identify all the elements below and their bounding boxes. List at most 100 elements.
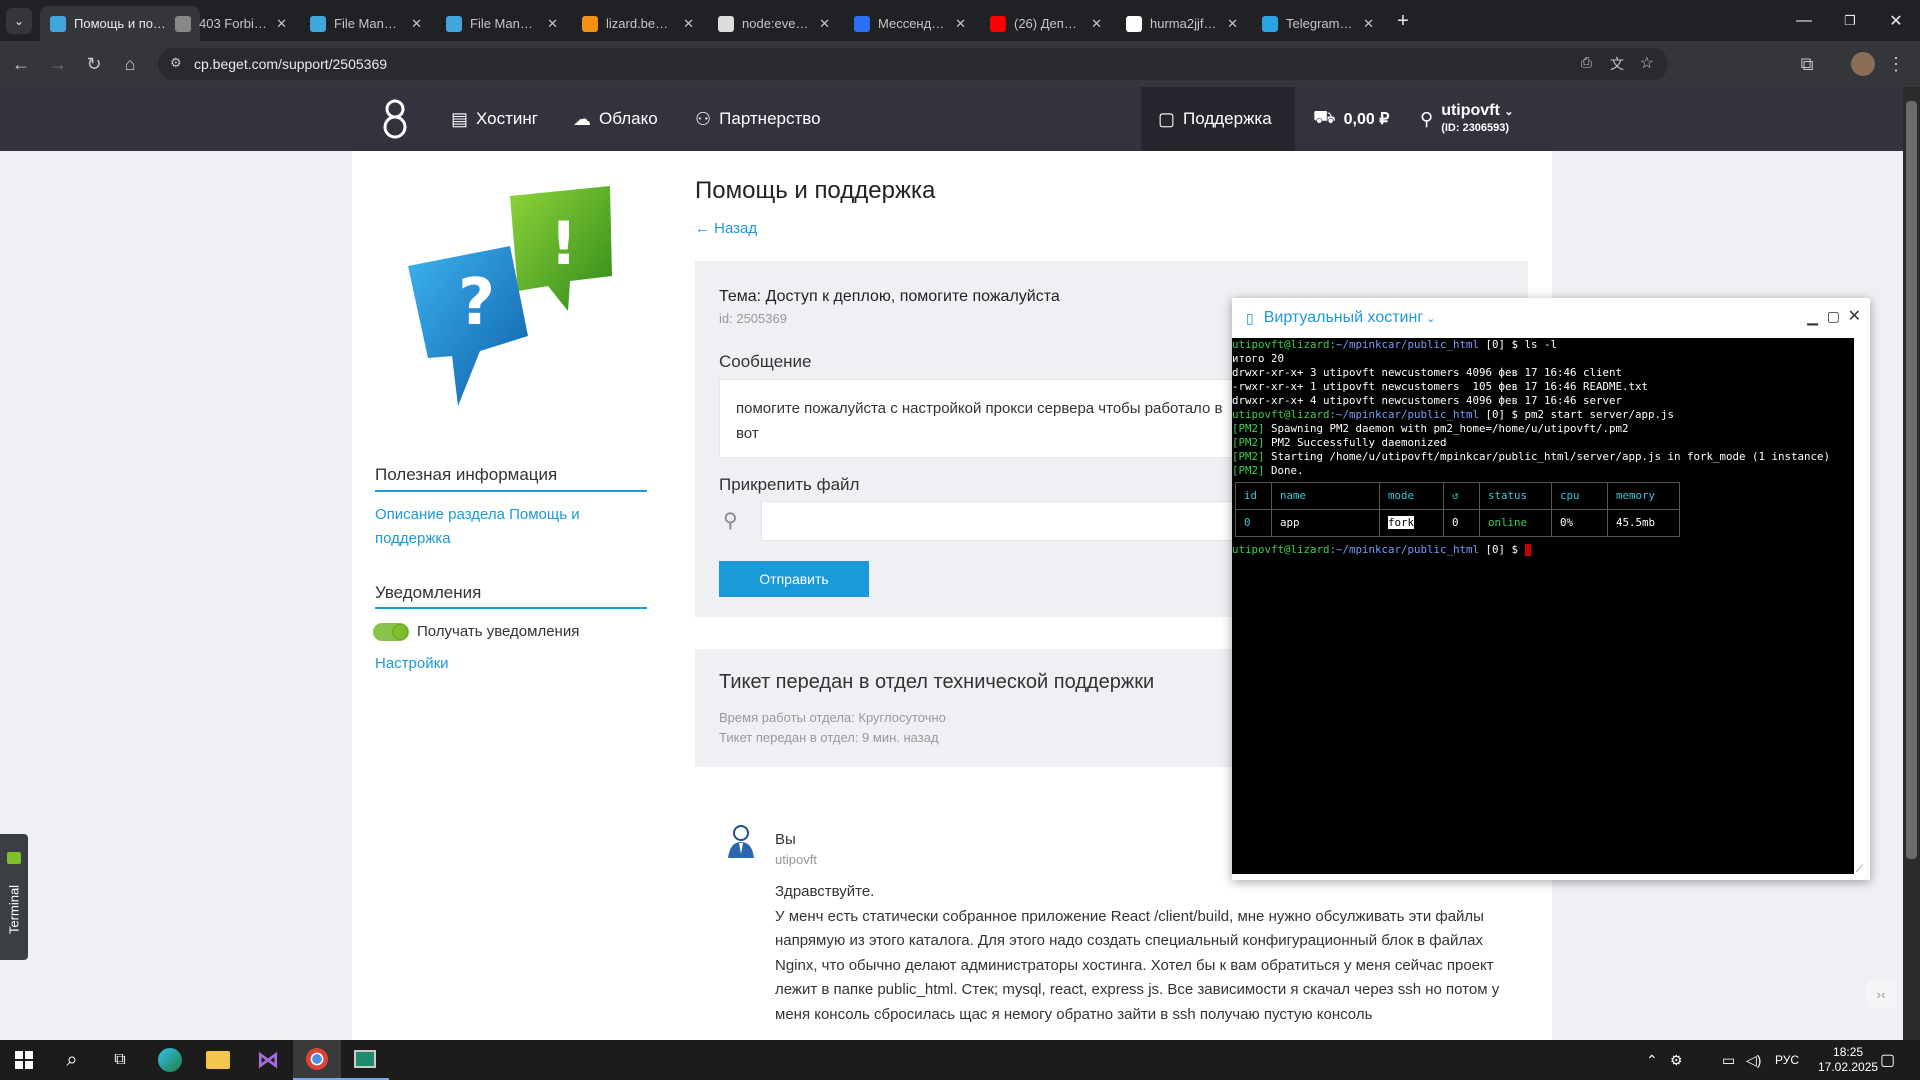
notifications-toggle[interactable] — [373, 623, 409, 641]
browser-tab[interactable]: File Manager - Be ✕ — [436, 6, 568, 41]
nav-hosting[interactable]: ▤ Хостинг — [451, 87, 538, 151]
status-title: Тикет передан в отдел технической поддер… — [719, 671, 1155, 693]
beget-icon — [50, 15, 66, 32]
output-text: -rwxr-xr-x+ 1 utipovft newcustomers 105 … — [1232, 380, 1649, 393]
minimize-icon[interactable]: — — [1781, 0, 1827, 41]
pm2-cell: 0 — [1235, 509, 1272, 537]
browser-tab[interactable]: hurma2jjfi/chatpr ✕ — [1116, 6, 1248, 41]
browser-tab[interactable]: (26) Деплой node ✕ — [980, 6, 1112, 41]
close-tab-icon[interactable]: ✕ — [547, 16, 558, 32]
chat-widget-icon[interactable]: ›‹ — [1866, 980, 1896, 1008]
pm2-output: Starting /home/u/utipovft/mpinkcar/publi… — [1271, 450, 1831, 463]
user-menu[interactable]: ⚲ utipovft ⌄ (ID: 2306593) — [1420, 87, 1514, 151]
language-indicator[interactable]: РУС — [1775, 1040, 1799, 1080]
browser-tab[interactable]: Telegram Web ✕ — [1252, 6, 1384, 41]
pm2-header-cell: mode — [1379, 482, 1444, 510]
toggle-knob — [392, 624, 408, 640]
pm2-cell: app — [1271, 509, 1380, 537]
notifications-icon[interactable]: ▢ — [1880, 1040, 1895, 1080]
back-icon[interactable]: ← — [10, 53, 32, 75]
close-tab-icon[interactable]: ✕ — [1091, 16, 1102, 32]
terminal-app-icon[interactable] — [341, 1040, 389, 1080]
search-icon[interactable]: ⌕ — [48, 1040, 96, 1080]
balance[interactable]: ⛟ 0,00 ₽ — [1313, 87, 1389, 151]
terminal-header[interactable]: ▯ Виртуальный хостинг ⌄ ▁ ▢ ✕ — [1232, 298, 1870, 338]
translate-icon[interactable]: 文 — [1610, 54, 1624, 74]
pm2-cell-value: 0 — [1452, 516, 1459, 529]
nav-partnership[interactable]: ⚇ Партнерство — [695, 87, 821, 151]
terminal-line: utipovft@lizard:~/mpinkcar/public_html [… — [1232, 408, 1854, 422]
new-tab-button[interactable]: + — [1390, 8, 1416, 34]
browser-tab[interactable]: lizard.beget.com / ✕ — [572, 6, 704, 41]
chrome-taskbar-icon[interactable] — [293, 1040, 341, 1080]
bookmark-star-icon[interactable]: ☆ — [1640, 53, 1654, 73]
terminal-window[interactable]: ▯ Виртуальный хостинг ⌄ ▁ ▢ ✕ utipovft@l… — [1232, 298, 1870, 880]
beget-logo[interactable] — [383, 97, 407, 141]
visual-studio-icon[interactable]: ⋈ — [244, 1040, 292, 1080]
reload-icon[interactable]: ↻ — [83, 53, 105, 75]
close-tab-icon[interactable]: ✕ — [1227, 16, 1238, 32]
terminal-minimize-icon[interactable]: ▁ — [1807, 309, 1818, 326]
nav-cloud[interactable]: ☁ Облако — [573, 87, 658, 151]
terminal-side-tab[interactable]: Terminal — [0, 834, 28, 960]
browser-tab[interactable]: File Manager - Be ✕ — [300, 6, 432, 41]
nav-support[interactable]: ▢ Поддержка — [1141, 87, 1295, 151]
tray-app-icon[interactable]: ⚙ — [1670, 1040, 1683, 1080]
terminal-scrollbar[interactable] — [1854, 338, 1870, 874]
restore-icon[interactable]: ❐ — [1827, 0, 1873, 41]
settings-link[interactable]: Настройки — [375, 655, 449, 672]
browser-tab[interactable]: Мессенджер ✕ — [844, 6, 976, 41]
paperclip-icon[interactable]: ⚲ — [723, 508, 738, 533]
chevron-down-icon[interactable]: ⌄ — [1426, 312, 1435, 325]
site-info-icon[interactable]: ⚙ — [170, 55, 182, 71]
resize-grip-icon[interactable]: ⟋ — [1856, 864, 1863, 875]
pm2-cell: online — [1479, 509, 1552, 537]
terminal-console[interactable]: utipovft@lizard:~/mpinkcar/public_html [… — [1232, 338, 1854, 874]
task-view-icon[interactable]: ⧉ — [96, 1040, 144, 1080]
scrollbar-thumb[interactable] — [1906, 101, 1917, 859]
close-window-icon[interactable]: ✕ — [1873, 0, 1919, 41]
terminal-close-icon[interactable]: ✕ — [1848, 306, 1861, 326]
page-scrollbar[interactable] — [1903, 87, 1920, 1040]
post-username: utipovft — [775, 852, 817, 867]
edge-icon[interactable] — [146, 1040, 194, 1080]
browser-tab[interactable]: node:events:485 t ✕ — [708, 6, 840, 41]
volume-icon[interactable]: ◁) — [1746, 1040, 1761, 1080]
close-tab-icon[interactable]: ✕ — [819, 16, 830, 32]
address-bar[interactable]: ⚙ cp.beget.com/support/2505369 ⎙ 文 ☆ — [158, 48, 1668, 80]
extensions-icon[interactable]: ⧉ — [1796, 53, 1818, 75]
prompt-index: [0] $ — [1479, 543, 1525, 556]
profile-avatar[interactable] — [1851, 52, 1875, 76]
forward-icon[interactable]: → — [47, 53, 69, 75]
post-line: У менч есть статически собранное приложе… — [775, 907, 1484, 925]
clock[interactable]: 18:25 17.02.2025 — [1818, 1040, 1878, 1080]
pm2-tag: [PM2] — [1232, 422, 1265, 435]
terminal-line: итого 20 — [1232, 352, 1854, 366]
terminal-line: [PM2] Done. — [1232, 464, 1854, 478]
windows-start-icon[interactable] — [0, 1040, 48, 1080]
tray-network-icon[interactable]: ▭ — [1722, 1040, 1735, 1080]
terminal-prompt-line: utipovft@lizard:~/mpinkcar/public_html [… — [1232, 543, 1854, 557]
send-button[interactable]: Отправить — [719, 561, 869, 597]
pm2-header-cell: cpu — [1551, 482, 1608, 510]
terminal-line: drwxr-xr-x+ 4 utipovft newcustomers 4096… — [1232, 394, 1854, 408]
close-tab-icon[interactable]: ✕ — [276, 16, 287, 32]
close-tab-icon[interactable]: ✕ — [955, 16, 966, 32]
close-tab-icon[interactable]: ✕ — [411, 16, 422, 32]
pm2-process-table: id name mode ↺ status cpu memory 0 app fork 0 onli… — [1235, 482, 1680, 537]
file-explorer-icon[interactable] — [194, 1040, 242, 1080]
browser-tab[interactable]: 403 Forbidden ✕ — [165, 6, 297, 41]
terminal-title[interactable]: Виртуальный хостинг — [1264, 309, 1423, 327]
close-tab-icon[interactable]: ✕ — [1363, 16, 1374, 32]
menu-kebab-icon[interactable]: ⋮ — [1885, 53, 1907, 75]
back-link[interactable]: ← Назад — [695, 220, 757, 237]
terminal-maximize-icon[interactable]: ▢ — [1827, 308, 1840, 325]
prompt-user: utipovft@lizard — [1232, 543, 1330, 556]
useful-info-link[interactable]: Описание раздела Помощь и поддержка — [375, 503, 580, 551]
install-app-icon[interactable]: ⎙ — [1581, 54, 1592, 71]
tab-list-button[interactable]: ⌄ — [6, 8, 32, 34]
home-icon[interactable]: ⌂ — [119, 53, 141, 75]
status-hours: Время работы отдела: Круглосуточно — [719, 710, 946, 725]
tray-overflow-icon[interactable]: ⌃ — [1646, 1040, 1658, 1080]
close-tab-icon[interactable]: ✕ — [683, 16, 694, 32]
